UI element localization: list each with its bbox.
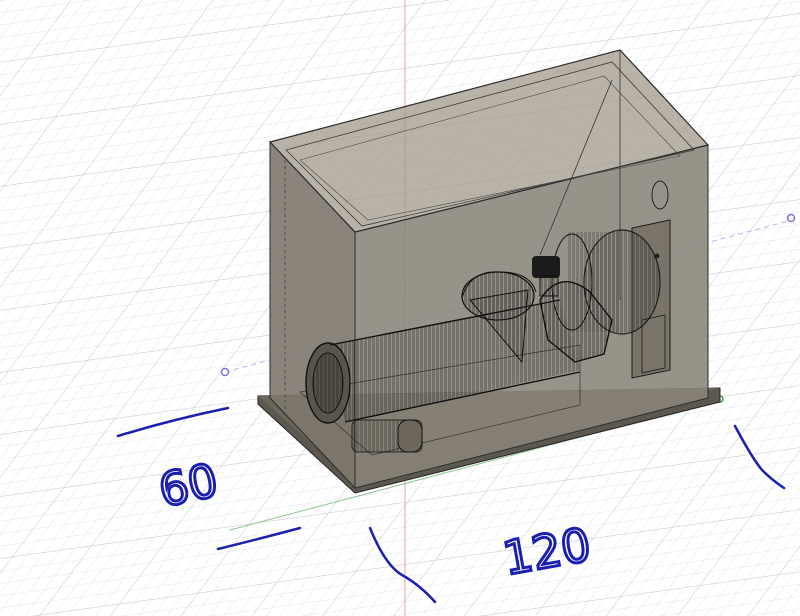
axis-endpoint-left[interactable]: [220, 367, 230, 377]
lower-bracket: [351, 419, 423, 453]
axis-endpoint-right[interactable]: [786, 213, 796, 223]
viewport-canvas[interactable]: 60 120: [0, 0, 800, 616]
3d-viewport[interactable]: 60 120: [0, 0, 800, 616]
